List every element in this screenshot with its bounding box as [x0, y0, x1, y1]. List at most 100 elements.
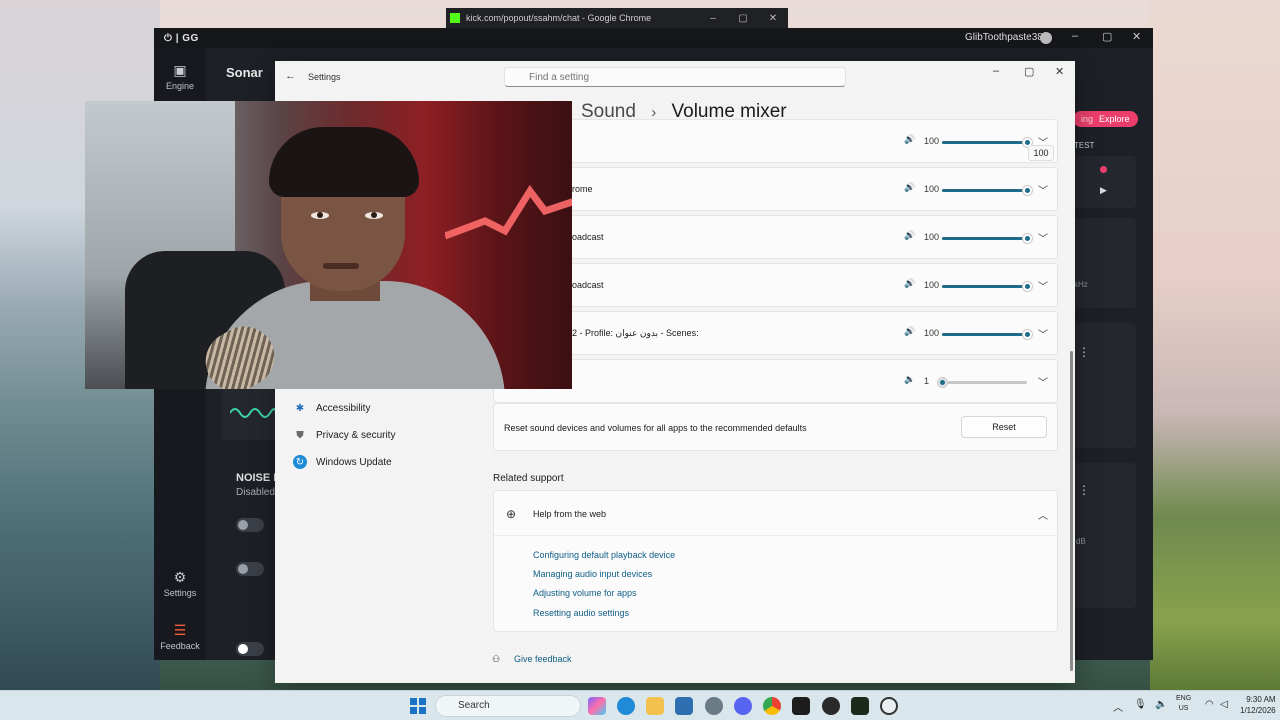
cam-hair [269, 127, 419, 197]
slider-fill [942, 333, 1027, 336]
app-volume-row: oadcast 🔊 100 ﹀ [493, 263, 1058, 307]
gg-avatar[interactable] [1040, 32, 1052, 44]
language-top: ENG [1176, 695, 1192, 702]
nav-item-windows-update[interactable]: ↻ Windows Update [293, 451, 493, 473]
gg-toggle-2[interactable] [236, 562, 264, 576]
gg-restore-button[interactable]: ▢ [1102, 30, 1112, 43]
chrome-popout-titlebar[interactable]: kick.com/popout/ssahm/chat - Google Chro… [446, 8, 788, 28]
help-link[interactable]: Resetting audio settings [533, 608, 629, 618]
app-volume-row: rome 🔊 100 ﹀ [493, 167, 1058, 211]
chrome-icon[interactable] [763, 697, 781, 715]
chevron-up-tray-icon[interactable]: ︿ [1113, 699, 1123, 714]
clock-time: 9:30 AM [1246, 695, 1276, 704]
epic-games-icon[interactable] [792, 697, 810, 715]
app-volume-slider[interactable] [942, 329, 1033, 340]
more-icon[interactable]: ⋮ [1078, 345, 1090, 359]
chip-icon: ▣ [173, 62, 187, 78]
record-icon[interactable] [1100, 166, 1107, 173]
nav-item-accessibility[interactable]: ✱ Accessibility [293, 397, 493, 419]
discord-icon[interactable] [734, 697, 752, 715]
gg-explore-button[interactable]: ing Explore [1073, 111, 1138, 127]
chrome-window-title: kick.com/popout/ssahm/chat - Google Chro… [466, 13, 652, 23]
app-volume-slider[interactable] [942, 233, 1033, 244]
app-volume-row: 2 - Profile: بدون عنوان - Scenes: 🔊 100 ﹀ [493, 311, 1058, 355]
taskbar-clock[interactable]: 9:30 AM 1/12/2026 [1240, 694, 1276, 716]
store-icon[interactable] [675, 697, 693, 715]
reset-description: Reset sound devices and volumes for all … [504, 423, 807, 433]
gg-nav-feedback[interactable]: ☰ Feedback [154, 622, 206, 651]
chevron-down-icon[interactable]: ﹀ [1038, 278, 1048, 293]
slider-thumb[interactable] [1022, 233, 1033, 244]
chrome-restore-button[interactable]: ▢ [728, 13, 758, 24]
speaker-mute-icon[interactable]: 🔊 [904, 134, 915, 145]
gg-toggle-3[interactable] [236, 642, 264, 656]
clock-date: 1/12/2026 [1240, 706, 1276, 715]
shield-icon: ⛊ [296, 429, 304, 441]
help-from-web-header[interactable]: ⊕ Help from the web ︿ [494, 491, 1059, 536]
speaker-icon[interactable]: ◁ [1220, 699, 1228, 710]
settings-restore-button[interactable]: ▢ [1024, 65, 1034, 78]
kick-app-icon[interactable] [851, 697, 869, 715]
gg-close-button[interactable]: ✕ [1132, 30, 1141, 43]
wifi-icon[interactable]: ◠ [1205, 699, 1214, 710]
speaker-mute-icon[interactable]: 🔊 [904, 182, 915, 193]
chevron-up-icon[interactable]: ︿ [1038, 507, 1048, 522]
app-name: oadcast [572, 280, 604, 290]
neon-light [445, 184, 572, 240]
app-volume-value: 100 [924, 280, 940, 290]
chevron-down-icon[interactable]: ﹀ [1038, 326, 1048, 341]
nav-item-privacy[interactable]: ⛊ Privacy & security [293, 424, 493, 446]
app-name: oadcast [572, 232, 604, 242]
gg-nav-engine[interactable]: ▣ Engine [154, 62, 206, 91]
slider-thumb[interactable] [1022, 329, 1033, 340]
settings-search-input[interactable] [504, 67, 846, 87]
edge-icon[interactable] [617, 697, 635, 715]
start-button[interactable] [410, 698, 426, 714]
slider-thumb[interactable] [1022, 185, 1033, 196]
steelseries-icon[interactable] [880, 697, 898, 715]
speaker-mute-icon[interactable]: 🔊 [904, 230, 915, 241]
speaker-mute-icon[interactable]: 🔊 [904, 326, 915, 337]
sound-tray-icon[interactable]: 🔈 [1155, 699, 1167, 710]
speaker-mute-icon[interactable]: 🔈 [904, 374, 915, 385]
language-indicator[interactable]: ENG US [1176, 694, 1191, 714]
gg-minimize-button[interactable]: – [1072, 30, 1078, 42]
help-link[interactable]: Configuring default playback device [533, 550, 675, 560]
give-feedback-link[interactable]: ⚇ Give feedback [492, 654, 572, 664]
feedback-person-icon: ⚇ [492, 654, 501, 664]
gg-nav-engine-label: Engine [165, 81, 195, 91]
chevron-down-icon[interactable]: ﹀ [1038, 182, 1048, 197]
chrome-close-button[interactable]: ✕ [758, 13, 788, 24]
help-link[interactable]: Managing audio input devices [533, 569, 652, 579]
copilot-icon[interactable] [588, 697, 606, 715]
gg-toggle-1[interactable] [236, 518, 264, 532]
play-icon[interactable]: ▶ [1100, 185, 1107, 196]
obs-icon[interactable] [822, 697, 840, 715]
chevron-down-icon[interactable]: ﹀ [1038, 374, 1048, 389]
app-volume-slider[interactable] [942, 137, 1033, 148]
app-volume-slider[interactable] [942, 281, 1033, 292]
microphone-tray-icon[interactable]: 🎙 [1134, 699, 1147, 710]
gg-username[interactable]: GlibToothpaste38 [965, 32, 1043, 43]
speaker-mute-icon[interactable]: 🔊 [904, 278, 915, 289]
file-explorer-icon[interactable] [646, 697, 664, 715]
back-arrow-icon[interactable]: ← [285, 70, 296, 82]
app-volume-slider[interactable] [937, 377, 1027, 388]
more-icon-2[interactable]: ⋮ [1078, 483, 1090, 497]
taskbar-search[interactable]: Search [435, 695, 581, 717]
settings-close-button[interactable]: ✕ [1055, 65, 1064, 78]
settings-minimize-button[interactable]: – [993, 65, 999, 77]
settings-scrollbar[interactable] [1070, 351, 1073, 671]
nav-item-label: Accessibility [316, 402, 371, 414]
chrome-minimize-button[interactable]: – [698, 13, 728, 24]
gg-nav-settings[interactable]: ⚙ Settings [154, 569, 206, 598]
slider-fill [942, 237, 1027, 240]
slider-thumb[interactable] [1022, 281, 1033, 292]
settings-titlebar: ← Settings ⌕ – ▢ ✕ [275, 61, 1075, 91]
reset-button[interactable]: Reset [961, 416, 1047, 438]
slider-thumb[interactable] [937, 377, 948, 388]
help-link[interactable]: Adjusting volume for apps [533, 588, 637, 598]
chevron-down-icon[interactable]: ﹀ [1038, 230, 1048, 245]
app-volume-slider[interactable] [942, 185, 1033, 196]
settings-app-icon[interactable] [705, 697, 723, 715]
